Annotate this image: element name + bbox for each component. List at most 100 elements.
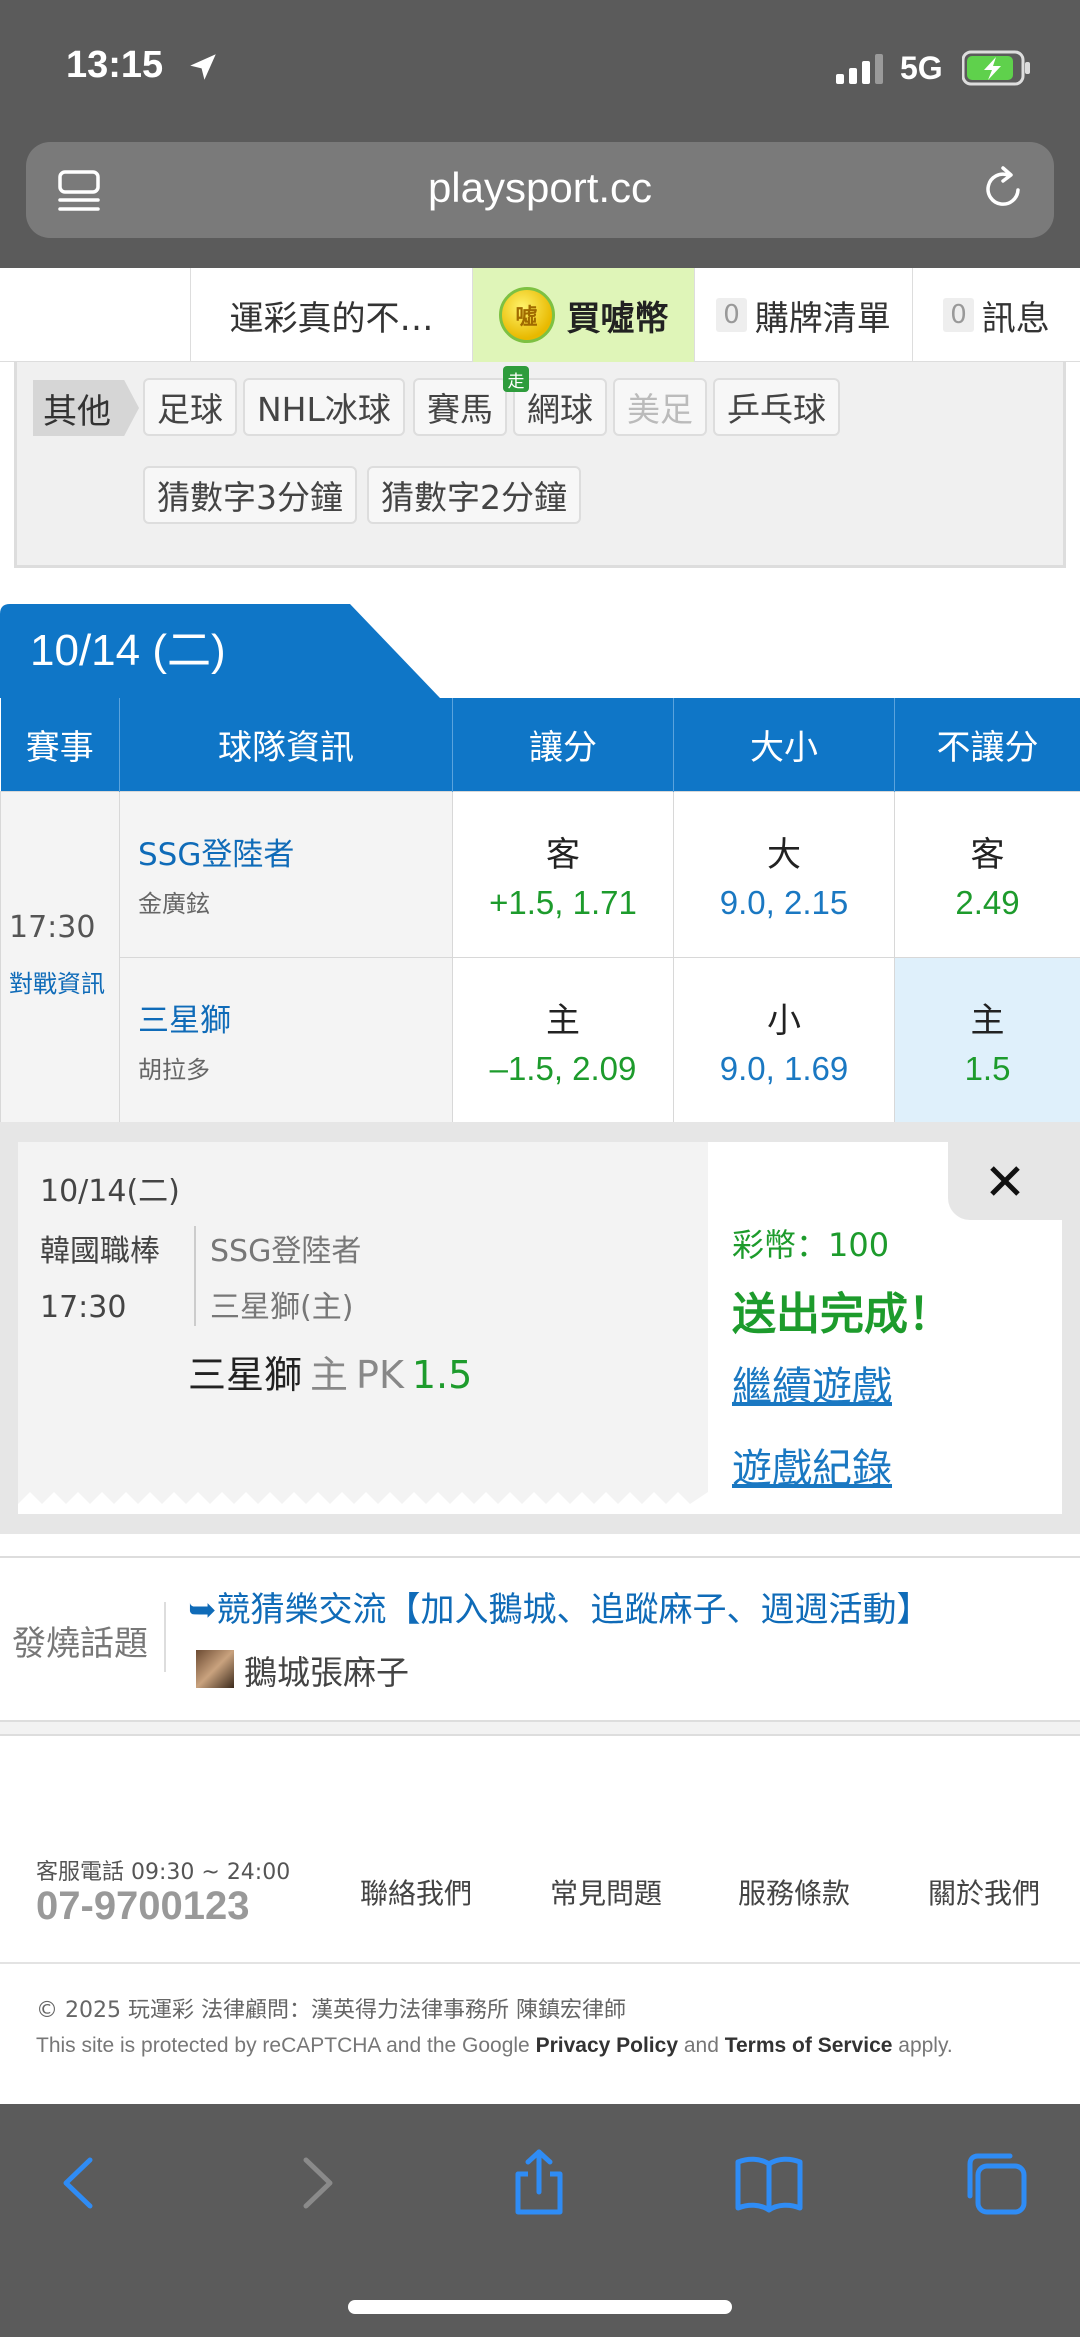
category-guess-number-3min[interactable]: 猜數字3分鐘 (143, 466, 357, 524)
ticket-away-team: SSG登陸者 (210, 1234, 362, 1269)
recaptcha-and: and (678, 2034, 725, 2057)
pick-side: 主 (310, 1353, 349, 1397)
hot-topic-footer-strip (0, 1722, 1080, 1736)
signal-icon (836, 54, 883, 84)
close-button[interactable] (948, 1142, 1062, 1220)
purchase-list-label: 購牌清單 (754, 298, 891, 339)
category-nhl[interactable]: NHL冰球 (243, 378, 405, 436)
service-hours: 客服電話 09:30 ~ 24:00 (36, 1860, 291, 1885)
tabs-icon[interactable] (962, 2148, 1032, 2218)
location-arrow-icon (190, 54, 216, 80)
odds-value: 9.0, 2.15 (719, 883, 849, 921)
odds-side: 主 (970, 1000, 1005, 1041)
back-icon[interactable] (46, 2148, 116, 2218)
ticket-divider (194, 1226, 196, 1326)
ticket-home-team: 三星獅(主) (210, 1290, 354, 1325)
footer-terms-link[interactable]: 服務條款 (738, 1872, 850, 1912)
team-name-link[interactable]: SSG登陸者 (138, 829, 452, 874)
forward-icon[interactable] (280, 2148, 350, 2218)
odds-side: 主 (546, 1000, 580, 1041)
category-soccer[interactable]: 足球 (143, 378, 237, 436)
odds-value: 1.5 (964, 1049, 1011, 1087)
nav-topic-link[interactable]: 運彩真的不… (190, 268, 472, 362)
category-horse-racing[interactable]: 賽馬 (413, 378, 507, 436)
hot-topic-bar: 發燒話題 ➥競猜樂交流【加入鵝城、追蹤麻子、週週活動】 鵝城張麻子 (0, 1556, 1080, 1722)
coin-icon: 噓 (498, 287, 555, 343)
bookmarks-icon[interactable] (734, 2148, 804, 2218)
service-phone[interactable]: 07-9700123 (36, 1884, 250, 1929)
match-time: 17:30 (9, 909, 96, 945)
recaptcha-apply: apply. (892, 2034, 953, 2057)
table-row: 17:30 對戰資訊 SSG登陸者 金廣鉉 客 +1.5, 1.71 大 9.0… (0, 790, 1080, 1124)
team-name-link[interactable]: 三星獅 (138, 995, 452, 1040)
footer-divider (0, 1962, 1080, 1964)
privacy-policy-link[interactable]: Privacy Policy (536, 2034, 678, 2057)
date-tab[interactable]: 10/14 (二) (30, 614, 226, 678)
hot-topic-author[interactable]: 鵝城張麻子 (244, 1646, 409, 1694)
category-other-label: 其他 (33, 380, 139, 436)
purchase-list-link[interactable]: 0 購牌清單 (694, 268, 912, 362)
ticket-pick: 三星獅主 PK 1.5 (188, 1344, 472, 1399)
matchup-info-link[interactable]: 對戰資訊 (9, 964, 105, 999)
header-match: 賽事 (0, 698, 120, 791)
odds-moneyline-home[interactable]: 主 1.5 (894, 956, 1080, 1124)
url-text[interactable]: playsport.cc (26, 164, 1054, 212)
browser-top-bar: 13:15 5G playsport.cc (0, 0, 1080, 268)
hot-topic-label: 發燒話題 (12, 1624, 148, 1664)
submit-success-text: 送出完成！ (732, 1289, 952, 1340)
pick-type: PK (356, 1353, 404, 1397)
nav-topic-label: 運彩真的不… (229, 298, 434, 339)
buy-coins-button[interactable]: 噓 買噓幣 (472, 268, 694, 362)
close-icon (990, 1166, 1020, 1196)
odds-total-over[interactable]: 大 9.0, 2.15 (673, 790, 895, 958)
team-cell: SSG登陸者 金廣鉉 (119, 790, 453, 958)
recaptcha-notice: This site is protected by reCAPTCHA and … (36, 2034, 953, 2058)
footer-contact-link[interactable]: 聯絡我們 (360, 1872, 472, 1912)
messages-link[interactable]: 0 訊息 (912, 268, 1080, 362)
odds-side: 大 (767, 834, 801, 875)
messages-label: 訊息 (981, 298, 1050, 339)
site-nav: 運彩真的不… 噓 買噓幣 0 購牌清單 0 訊息 (0, 268, 1080, 362)
odds-total-under[interactable]: 小 9.0, 1.69 (673, 956, 895, 1124)
header-team-info: 球隊資訊 (119, 698, 453, 791)
game-record-link[interactable]: 遊戲紀錄 (732, 1436, 892, 1494)
category-panel: 其他 足球 NHL冰球 賽馬 網球 走 美足 乒乓球 猜數字3分鐘 猜數字2分鐘 (14, 362, 1066, 568)
home-indicator (348, 2300, 732, 2314)
pitcher-name: 金廣鉉 (138, 890, 210, 918)
pick-team: 三星獅 (188, 1353, 303, 1397)
footer-about-link[interactable]: 關於我們 (928, 1872, 1040, 1912)
odds-spread-home[interactable]: 主 –1.5, 2.09 (452, 956, 674, 1124)
ticket-edge-decoration (18, 1492, 708, 1514)
avatar (196, 1650, 234, 1688)
table-row: 三星獅 胡拉多 主 –1.5, 2.09 小 9.0, 1.69 主 1.5 (1, 956, 1080, 1124)
odds-spread-away[interactable]: 客 +1.5, 1.71 (452, 790, 674, 958)
odds-side: 客 (546, 834, 580, 875)
category-american-football: 美足 (613, 378, 707, 436)
pick-odds: 1.5 (411, 1353, 473, 1397)
continue-game-link[interactable]: 繼續遊戲 (732, 1354, 892, 1412)
odds-moneyline-away[interactable]: 客 2.49 (894, 790, 1080, 958)
ticket-league: 韓國職棒 (40, 1234, 160, 1269)
header-total: 大小 (673, 698, 895, 791)
network-type: 5G (900, 50, 943, 86)
hot-topic-divider (164, 1602, 166, 1672)
reload-icon[interactable] (978, 164, 1028, 214)
hot-topic-link[interactable]: ➥競猜樂交流【加入鵝城、追蹤麻子、週週活動】 (188, 1582, 931, 1631)
copyright-text: © 2025 玩運彩 法律顧問：漢英得力法律事務所 陳鎮宏律師 (36, 1998, 626, 2023)
odds-value: 2.49 (955, 883, 1020, 921)
buy-coins-label: 買噓幣 (566, 298, 669, 339)
ticket-date: 10/14(二) (40, 1174, 180, 1209)
odds-side: 小 (767, 1000, 801, 1041)
odds-table: 賽事 球隊資訊 讓分 大小 不讓分 17:30 對戰資訊 SSG登陸者 金廣鉉 … (0, 698, 1080, 1124)
category-table-tennis[interactable]: 乒乓球 (713, 378, 840, 436)
terms-of-service-link[interactable]: Terms of Service (725, 2034, 893, 2057)
share-icon[interactable] (504, 2148, 574, 2218)
battery-icon (962, 50, 1030, 86)
address-bar[interactable]: playsport.cc (26, 142, 1054, 238)
status-time: 13:15 (66, 44, 164, 86)
category-guess-number-2min[interactable]: 猜數字2分鐘 (367, 466, 581, 524)
pitcher-name: 胡拉多 (138, 1056, 210, 1084)
ticket-time: 17:30 (40, 1290, 127, 1325)
header-moneyline: 不讓分 (894, 698, 1080, 791)
footer-faq-link[interactable]: 常見問題 (550, 1872, 662, 1912)
